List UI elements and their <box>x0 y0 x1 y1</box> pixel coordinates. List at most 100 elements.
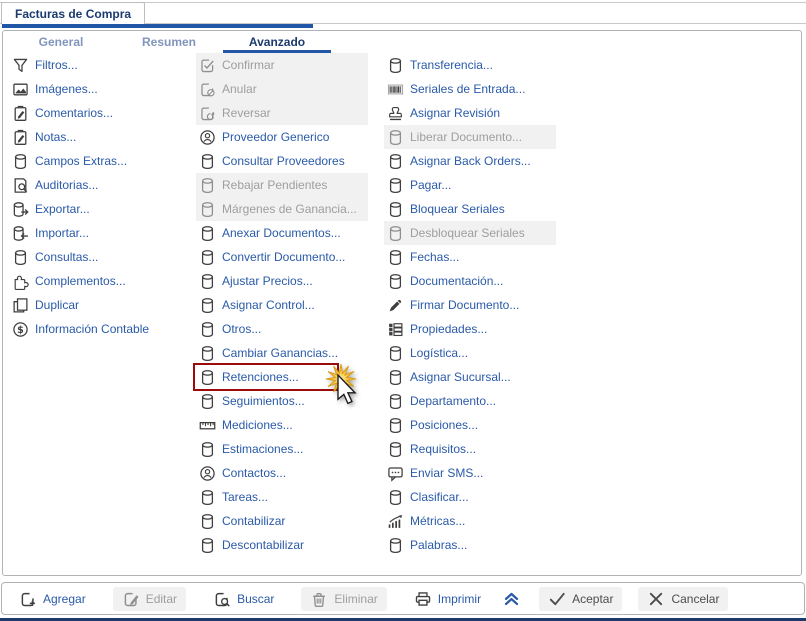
menu-item-complementos[interactable]: Complementos... <box>9 269 181 293</box>
clipboard-pencil-icon <box>12 129 29 146</box>
cylinder-icon <box>387 201 404 218</box>
sub-tab-strip: General Resumen Avanzado <box>7 34 331 53</box>
menu-item-transferencia[interactable]: Transferencia... <box>384 53 556 77</box>
menu-item-seriales-de-entrada[interactable]: Seriales de Entrada... <box>384 77 556 101</box>
command-menu: Filtros... Imágenes... Comentarios... No… <box>9 53 799 573</box>
menu-item-estimaciones[interactable]: Estimaciones... <box>196 437 368 461</box>
cylinder-icon <box>387 57 404 74</box>
cylinder-icon <box>387 273 404 290</box>
menu-item-asignar-control[interactable]: Asignar Control... <box>196 293 368 317</box>
cylinder-icon <box>387 489 404 506</box>
stamp-icon <box>387 105 404 122</box>
menu-item-posiciones[interactable]: Posiciones... <box>384 413 556 437</box>
cylinder-icon <box>387 225 404 242</box>
cylinder-icon <box>387 393 404 410</box>
advanced-options-panel: General Resumen Avanzado Filtros... Imág… <box>2 30 802 576</box>
menu-item-logistica[interactable]: Logística... <box>384 341 556 365</box>
cylinder-icon <box>199 273 216 290</box>
cylinder-icon <box>199 513 216 530</box>
buscar-button[interactable]: Buscar <box>204 587 283 611</box>
menu-item-enviar-sms[interactable]: Enviar SMS... <box>384 461 556 485</box>
person-circle-icon <box>199 129 216 146</box>
menu-item-asignar-revision[interactable]: Asignar Revisión <box>384 101 556 125</box>
imprimir-button[interactable]: Imprimir <box>405 587 490 611</box>
menu-item-metricas[interactable]: Métricas... <box>384 509 556 533</box>
menu-item-fechas[interactable]: Fechas... <box>384 245 556 269</box>
printer-icon <box>414 590 432 608</box>
tab-facturas-de-compra[interactable]: Facturas de Compra <box>1 2 146 24</box>
menu-item-exportar[interactable]: Exportar... <box>9 197 181 221</box>
dollar-circle-icon: $ <box>12 321 29 338</box>
menu-item-documentacion[interactable]: Documentación... <box>384 269 556 293</box>
menu-item-ajustar-precios[interactable]: Ajustar Precios... <box>196 269 368 293</box>
menu-item-contactos[interactable]: Contactos... <box>196 461 368 485</box>
menu-item-descontabilizar[interactable]: Descontabilizar <box>196 533 368 557</box>
cylinder-icon <box>199 345 216 362</box>
menu-item-anexar-documentos[interactable]: Anexar Documentos... <box>196 221 368 245</box>
menu-item-departamento[interactable]: Departamento... <box>384 389 556 413</box>
menu-item-tareas[interactable]: Tareas... <box>196 485 368 509</box>
square-refresh-icon <box>199 105 216 122</box>
menu-item-comentarios[interactable]: Comentarios... <box>9 101 181 125</box>
cylinder-icon <box>387 153 404 170</box>
square-check-icon <box>199 57 216 74</box>
menu-item-margenes-de-ganancia: Márgenes de Ganancia... <box>196 197 368 221</box>
cylinder-icon <box>387 417 404 434</box>
menu-item-cambiar-ganancias[interactable]: Cambiar Ganancias... <box>196 341 368 365</box>
sms-icon <box>387 465 404 482</box>
bottom-toolbar: Agregar Editar Buscar Eliminar Imprimir <box>1 582 805 615</box>
menu-item-asignar-sucursal[interactable]: Asignar Sucursal... <box>384 365 556 389</box>
menu-item-rebajar-pendientes: Rebajar Pendientes <box>196 173 368 197</box>
menu-item-campos-extras[interactable]: Campos Extras... <box>9 149 181 173</box>
menu-item-propiedades[interactable]: Propiedades... <box>384 317 556 341</box>
eliminar-button: Eliminar <box>301 586 387 611</box>
menu-item-proveedor-generico[interactable]: Proveedor Generico <box>196 125 368 149</box>
menu-item-palabras[interactable]: Palabras... <box>384 533 556 557</box>
aceptar-button[interactable]: Aceptar <box>539 586 623 611</box>
tab-avanzado[interactable]: Avanzado <box>223 34 331 53</box>
chevron-double-up-icon[interactable] <box>502 589 521 608</box>
menu-item-imagenes[interactable]: Imágenes... <box>9 77 181 101</box>
cylinder-icon <box>199 249 216 266</box>
cylinder-icon <box>199 297 216 314</box>
menu-item-duplicar[interactable]: Duplicar <box>9 293 181 317</box>
menu-item-pagar[interactable]: Pagar... <box>384 173 556 197</box>
cancelar-button[interactable]: Cancelar <box>638 586 729 611</box>
ruler-icon <box>199 417 216 434</box>
menu-column-right: Transferencia... Seriales de Entrada... … <box>384 53 574 573</box>
cylinder-icon <box>387 129 404 146</box>
svg-text:$: $ <box>17 324 24 335</box>
chart-up-icon <box>387 513 404 530</box>
menu-item-bloquear-seriales[interactable]: Bloquear Seriales <box>384 197 556 221</box>
menu-item-consultas[interactable]: Consultas... <box>9 245 181 269</box>
menu-item-filtros[interactable]: Filtros... <box>9 53 181 77</box>
cylinder-icon <box>12 153 29 170</box>
menu-item-requisitos[interactable]: Requisitos... <box>384 437 556 461</box>
menu-item-auditorias[interactable]: Auditorias... <box>9 173 181 197</box>
menu-item-firmar-documento[interactable]: Firmar Documento... <box>384 293 556 317</box>
menu-column-middle: Confirmar Anular Reversar Proveedor Gene… <box>193 53 384 573</box>
menu-item-reversar: Reversar <box>196 101 368 125</box>
menu-item-importar[interactable]: Importar... <box>9 221 181 245</box>
menu-item-informacion-contable[interactable]: $ Información Contable <box>9 317 181 341</box>
cylinder-icon <box>199 321 216 338</box>
menu-item-mediciones[interactable]: Mediciones... <box>196 413 368 437</box>
tab-resumen[interactable]: Resumen <box>115 34 223 53</box>
cylinder-icon <box>199 177 216 194</box>
menu-item-clasificar[interactable]: Clasificar... <box>384 485 556 509</box>
image-icon <box>12 81 29 98</box>
cylinder-icon <box>199 537 216 554</box>
square-cancel-icon <box>199 81 216 98</box>
tab-general[interactable]: General <box>7 34 115 53</box>
menu-item-contabilizar[interactable]: Contabilizar <box>196 509 368 533</box>
add-square-icon <box>19 590 37 608</box>
menu-item-consultar-proveedores[interactable]: Consultar Proveedores <box>196 149 368 173</box>
menu-item-desbloquear-seriales: Desbloquear Seriales <box>384 221 556 245</box>
document-search-icon <box>12 177 29 194</box>
copy-icon <box>12 297 29 314</box>
menu-item-notas[interactable]: Notas... <box>9 125 181 149</box>
menu-item-asignar-back-orders[interactable]: Asignar Back Orders... <box>384 149 556 173</box>
agregar-button[interactable]: Agregar <box>10 587 95 611</box>
menu-item-convertir-documento[interactable]: Convertir Documento... <box>196 245 368 269</box>
menu-item-otros[interactable]: Otros... <box>196 317 368 341</box>
